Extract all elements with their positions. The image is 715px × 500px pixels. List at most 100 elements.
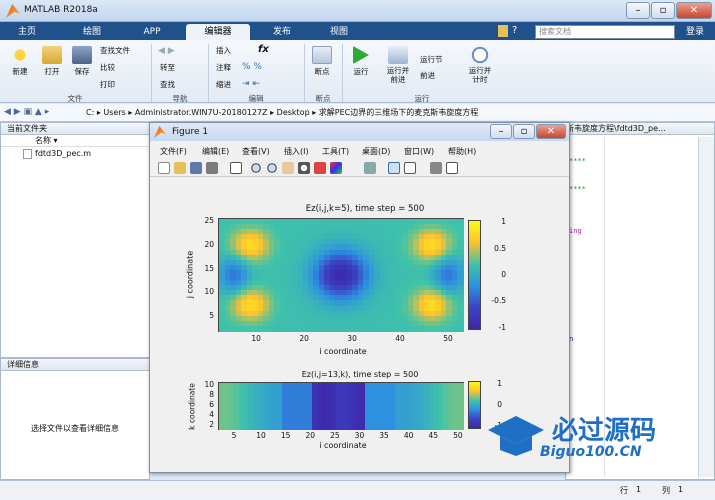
stopwatch-icon bbox=[470, 46, 490, 64]
back-forward-icon[interactable]: ◀ ▶ bbox=[158, 46, 200, 58]
colorbar-icon[interactable] bbox=[388, 162, 400, 174]
help-icon[interactable]: ? bbox=[512, 25, 522, 37]
tick-label: 30 bbox=[347, 334, 357, 343]
find-files-button[interactable]: 查找文件 bbox=[100, 45, 130, 56]
search-documentation-input[interactable]: 搜索文档 bbox=[535, 25, 675, 39]
menu-window[interactable]: 窗口(W) bbox=[404, 146, 434, 157]
tab-apps[interactable]: APP bbox=[128, 24, 176, 40]
maximize-button[interactable]: ▫ bbox=[651, 2, 675, 19]
breakpoint-icon bbox=[312, 46, 332, 64]
pan-icon[interactable] bbox=[282, 162, 294, 174]
heatmap-cell bbox=[458, 424, 464, 430]
tab-plots[interactable]: 绘图 bbox=[68, 24, 116, 40]
pointer-icon[interactable] bbox=[230, 162, 242, 174]
save-icon[interactable] bbox=[190, 162, 202, 174]
new-button[interactable]: 新建 bbox=[6, 46, 34, 77]
comment-tools-icon[interactable]: % % bbox=[242, 62, 292, 72]
print-button[interactable]: 打印 bbox=[100, 79, 115, 90]
breakpoints-button[interactable]: 断点 bbox=[308, 46, 336, 77]
brush-icon[interactable] bbox=[330, 162, 342, 174]
open-button[interactable]: 打开 bbox=[38, 46, 66, 77]
advance-button[interactable]: 前进 bbox=[420, 70, 435, 81]
menu-insert[interactable]: 插入(I) bbox=[284, 146, 309, 157]
code-line: **** bbox=[569, 157, 586, 165]
new-figure-icon[interactable] bbox=[158, 162, 170, 174]
run-button[interactable]: 运行 bbox=[346, 46, 376, 77]
open-icon[interactable] bbox=[174, 162, 186, 174]
tick-label: 15 bbox=[280, 431, 291, 440]
insert-button[interactable]: 插入 bbox=[216, 45, 231, 56]
tab-editor[interactable]: 编辑器 bbox=[186, 24, 250, 40]
figure-toolbar bbox=[150, 159, 569, 177]
goto-button[interactable]: 转至 bbox=[160, 62, 175, 73]
plot2-y-ticks: 10 8 6 4 2 bbox=[200, 380, 216, 430]
find-button[interactable]: 查找 bbox=[160, 79, 175, 90]
figure-close-button[interactable]: ✕ bbox=[536, 124, 566, 139]
watermark-url: Biguo100.CN bbox=[540, 444, 642, 460]
current-folder-title: 当前文件夹 bbox=[1, 123, 149, 135]
breadcrumb[interactable]: C: ▸ Users ▸ Administrator.WIN7U-2018012… bbox=[86, 107, 478, 118]
run-group-label: 运行 bbox=[414, 94, 430, 103]
plot1-heatmap[interactable] bbox=[218, 218, 464, 332]
tick-label: 35 bbox=[379, 431, 389, 440]
data-cursor-icon[interactable] bbox=[314, 162, 326, 174]
tick-label: 45 bbox=[428, 431, 439, 440]
indent-button[interactable]: 缩进 bbox=[216, 79, 231, 90]
save-button[interactable]: 保存 bbox=[68, 46, 96, 77]
plot2-xlabel: i coordinate bbox=[319, 441, 367, 450]
plot2-heatmap[interactable] bbox=[218, 382, 464, 430]
minimize-button[interactable]: – bbox=[626, 2, 650, 19]
compare-button[interactable]: 比较 bbox=[100, 62, 115, 73]
plot1-x-ticks: 10 20 30 40 50 bbox=[218, 334, 464, 344]
figure-minimize-button[interactable]: – bbox=[490, 124, 512, 139]
menu-desktop[interactable]: 桌面(D) bbox=[362, 146, 390, 157]
title-bar: MATLAB R2018a – ▫ ✕ bbox=[0, 0, 715, 22]
menu-help[interactable]: 帮助(H) bbox=[448, 146, 476, 157]
hide-plot-tools-icon[interactable] bbox=[430, 162, 442, 174]
list-item[interactable]: fdtd3D_pec.m bbox=[1, 147, 149, 161]
menu-tools[interactable]: 工具(T) bbox=[322, 146, 349, 157]
menu-view[interactable]: 查看(V) bbox=[242, 146, 270, 157]
run-and-advance-button[interactable]: 运行并 前进 bbox=[380, 46, 416, 84]
code-line: ing bbox=[569, 227, 582, 235]
heatmap-cell bbox=[457, 325, 464, 332]
tick-label: 40 bbox=[403, 431, 414, 440]
legend-icon[interactable] bbox=[404, 162, 416, 174]
link-plot-icon[interactable] bbox=[364, 162, 376, 174]
plot1-ylabel: j coordinate bbox=[185, 250, 195, 299]
comment-button[interactable]: 注释 bbox=[216, 62, 231, 73]
menu-file[interactable]: 文件(F) bbox=[160, 146, 187, 157]
rotate-icon[interactable] bbox=[298, 162, 310, 174]
status-bar: 行 1 列 1 bbox=[0, 480, 715, 500]
figure-title: Figure 1 bbox=[172, 127, 209, 137]
tick-label: 10 bbox=[204, 287, 214, 297]
close-button[interactable]: ✕ bbox=[676, 2, 712, 19]
tab-view[interactable]: 视图 bbox=[314, 24, 364, 40]
menu-edit[interactable]: 编辑(E) bbox=[202, 146, 229, 157]
tab-publish[interactable]: 发布 bbox=[254, 24, 310, 40]
tick-label: 4 bbox=[209, 410, 214, 420]
tick-label: -1 bbox=[498, 322, 506, 332]
figure-logo-icon bbox=[154, 126, 166, 138]
show-plot-tools-icon[interactable] bbox=[446, 162, 458, 174]
login-link[interactable]: 登录 bbox=[678, 24, 712, 40]
tick-label: 1 bbox=[501, 217, 506, 227]
fx-icon[interactable]: fx bbox=[258, 44, 269, 55]
tick-label: 20 bbox=[305, 431, 316, 440]
quick-access-icon[interactable] bbox=[498, 25, 508, 37]
tick-label: 10 bbox=[251, 334, 261, 343]
name-column-header[interactable]: 名称 ▾ bbox=[1, 135, 149, 147]
watermark: 必过源码 Biguo100.CN bbox=[480, 408, 710, 468]
navigation-arrows-icon[interactable]: ◀ ▶ ▣ ▲ ▸ bbox=[4, 107, 82, 119]
run-and-time-button[interactable]: 运行并 计时 bbox=[462, 46, 498, 84]
indent-tools-icon[interactable]: ⇥ ⇤ bbox=[242, 79, 292, 89]
tab-home[interactable]: 主页 bbox=[6, 24, 48, 40]
figure-maximize-button[interactable]: ▫ bbox=[513, 124, 535, 139]
editor-tab[interactable]: 斯韦旋度方程\fdtd3D_pe... bbox=[566, 123, 714, 135]
col-value: 1 bbox=[678, 485, 684, 494]
print-icon[interactable] bbox=[206, 162, 218, 174]
zoom-out-icon[interactable] bbox=[266, 162, 278, 174]
run-section-button[interactable]: 运行节 bbox=[420, 54, 443, 65]
row-value: 1 bbox=[636, 485, 642, 494]
zoom-in-icon[interactable] bbox=[250, 162, 262, 174]
